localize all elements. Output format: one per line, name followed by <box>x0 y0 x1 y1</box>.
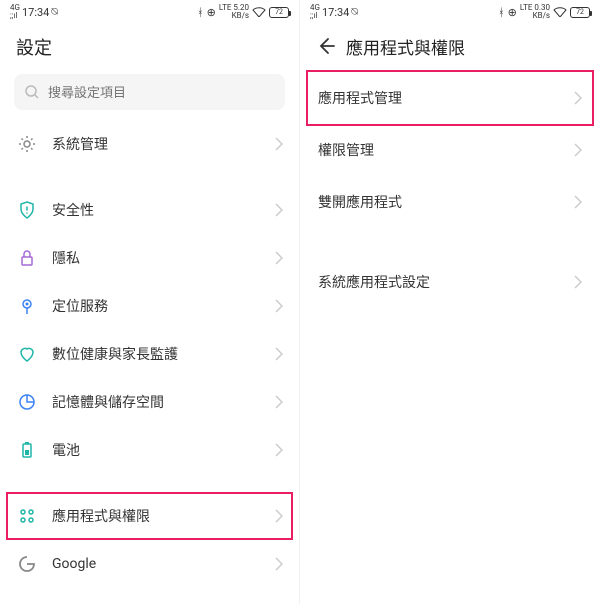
battery-indicator: 72 <box>269 7 289 18</box>
item-label: 權限管理 <box>318 140 560 160</box>
grid-icon <box>16 505 38 527</box>
wifi-icon <box>553 7 567 17</box>
item-label: 雙開應用程式 <box>318 192 560 212</box>
item-label: 安全性 <box>52 200 261 220</box>
item-label: 隱私 <box>52 248 261 268</box>
lte-speed: LTE 0.30KB/s <box>520 4 550 20</box>
settings-item[interactable]: 定位服務 <box>0 282 299 330</box>
status-bar: 4G;;ıl 17:34 ⍉ ᚼ ⊕ LTE 5.20KB/s 72 <box>0 0 299 24</box>
section-gap <box>300 228 600 256</box>
settings-item[interactable]: 數位健康與家長監護 <box>0 330 299 378</box>
lock-icon <box>16 247 38 269</box>
header-title: 應用程式與權限 <box>346 34 465 59</box>
shield-icon <box>16 199 38 221</box>
settings-item[interactable]: 記憶體與儲存空間 <box>0 378 299 426</box>
heart-icon <box>16 343 38 365</box>
item-label: 數位健康與家長監護 <box>52 344 261 364</box>
status-bar: 4G;;ıl 17:34 ⍉ ᚼ ⊕ LTE 0.30KB/s 72 <box>300 0 600 24</box>
apps-permissions-pane: 4G;;ıl 17:34 ⍉ ᚼ ⊕ LTE 0.30KB/s 72 應用程式與… <box>300 0 600 604</box>
apps-item[interactable]: 應用程式管理 <box>300 72 600 124</box>
apps-item[interactable]: 雙開應用程式 <box>300 176 600 228</box>
item-label: 記憶體與儲存空間 <box>52 392 261 412</box>
clock: 17:34 <box>22 6 49 19</box>
item-label: 應用程式管理 <box>318 88 560 108</box>
battery-icon <box>16 439 38 461</box>
apps-item[interactable]: 系統應用程式設定 <box>300 256 600 308</box>
settings-item[interactable]: 系統管理 <box>0 120 299 168</box>
pin-icon <box>16 295 38 317</box>
bluetooth-icon: ᚼ <box>197 6 204 19</box>
wifi-icon <box>252 7 266 17</box>
nfc-icon: ⍉ <box>51 5 58 19</box>
settings-item[interactable]: 隱私 <box>0 234 299 282</box>
settings-list: 系統管理 安全性 隱私 定位服務 數位健康與家長監護 記憶體與儲存空間 電池 應… <box>0 120 299 604</box>
item-label: 系統應用程式設定 <box>318 272 560 292</box>
item-label: 定位服務 <box>52 296 261 316</box>
battery-indicator: 72 <box>570 7 590 18</box>
back-button[interactable] <box>312 32 340 60</box>
nfc-icon: ⍉ <box>351 5 358 19</box>
apps-item[interactable]: 權限管理 <box>300 124 600 176</box>
section-gap <box>0 168 299 186</box>
settings-item[interactable]: 帳戶與同步 <box>0 588 299 604</box>
bluetooth-icon: ᚼ <box>498 6 505 19</box>
signal-indicator: 4G;;ıl <box>310 4 320 20</box>
settings-item[interactable]: Google <box>0 540 299 588</box>
item-label: 系統管理 <box>52 134 261 154</box>
item-label: Google <box>52 556 261 572</box>
clock: 17:34 <box>322 6 349 19</box>
vibrate-icon: ⊕ <box>207 6 216 19</box>
vibrate-icon: ⊕ <box>508 6 517 19</box>
signal-indicator: 4G;;ıl <box>10 4 20 20</box>
settings-item[interactable]: 安全性 <box>0 186 299 234</box>
item-label: 應用程式與權限 <box>52 506 261 526</box>
pie-icon <box>16 391 38 413</box>
gear-icon <box>16 133 38 155</box>
search-input[interactable] <box>48 85 275 100</box>
item-label: 電池 <box>52 440 261 460</box>
header: 應用程式與權限 <box>300 24 600 72</box>
settings-pane: 4G;;ıl 17:34 ⍉ ᚼ ⊕ LTE 5.20KB/s 72 設定 系統… <box>0 0 300 604</box>
page-title: 設定 <box>0 24 299 74</box>
search-icon <box>24 84 40 100</box>
search-box[interactable] <box>14 74 285 110</box>
settings-item[interactable]: 應用程式與權限 <box>0 492 299 540</box>
settings-item[interactable]: 電池 <box>0 426 299 474</box>
apps-list: 應用程式管理 權限管理 雙開應用程式 系統應用程式設定 <box>300 72 600 308</box>
lte-speed: LTE 5.20KB/s <box>219 4 249 20</box>
section-gap <box>0 474 299 492</box>
google-icon <box>16 553 38 575</box>
